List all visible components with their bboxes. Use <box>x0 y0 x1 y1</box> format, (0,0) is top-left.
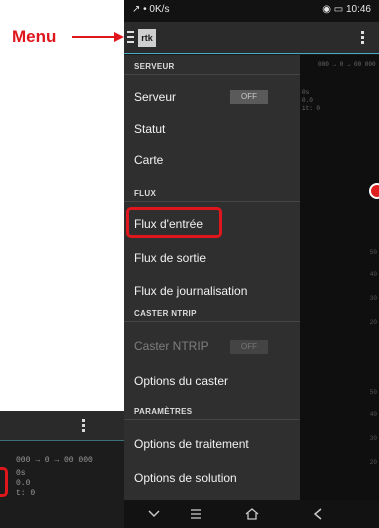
caster-ntrip-toggle[interactable]: OFF <box>230 340 268 354</box>
bg-text-3: it: 0 <box>302 105 321 112</box>
serveur-toggle[interactable]: OFF <box>230 90 268 104</box>
ghost-text-3: t: 0 <box>16 489 36 498</box>
menu-item-serveur[interactable]: Serveur <box>134 90 176 104</box>
bg-text-1: 0s <box>302 89 310 96</box>
ghost-more-icon <box>82 419 86 433</box>
callout-arrow-icon <box>72 32 124 42</box>
bg-text-2: 0.0 <box>302 97 313 104</box>
navigation-drawer: SERVEUR Serveur OFF Statut Carte FLUX Fl… <box>124 55 300 500</box>
system-navigation-bar <box>124 500 379 528</box>
menu-item-statut[interactable]: Statut <box>134 122 165 136</box>
section-header-parametres: PARAMÈTRES <box>134 407 193 416</box>
section-header-serveur: SERVEUR <box>134 62 175 71</box>
bg-tick: 50 <box>369 249 377 256</box>
menu-item-options-caster[interactable]: Options du caster <box>134 374 228 388</box>
bg-tick: 40 <box>369 271 377 278</box>
hamburger-menu-icon[interactable] <box>127 31 135 43</box>
section-divider <box>124 321 300 322</box>
more-options-icon[interactable] <box>361 31 365 45</box>
background-screenshot-fragment: 000 → 0 → 00 000 0s 0.0 t: 0 <box>0 411 125 528</box>
menu-item-flux-journalisation[interactable]: Flux de journalisation <box>134 284 247 298</box>
section-divider <box>124 74 300 75</box>
status-bar: ↗ • 0K/s ◉ ▭ 10:46 <box>124 0 379 22</box>
bg-tick: 20 <box>369 319 377 326</box>
section-divider <box>124 201 300 202</box>
bg-tick: 20 <box>369 459 377 466</box>
status-time: ◉ ▭ 10:46 <box>322 4 371 15</box>
menu-item-flux-sortie[interactable]: Flux de sortie <box>134 251 206 265</box>
bg-tick: 50 <box>369 389 377 396</box>
menu-item-caster-ntrip[interactable]: Caster NTRIP <box>134 339 209 353</box>
back-icon[interactable] <box>310 507 326 521</box>
phone-screen: ↗ • 0K/s ◉ ▭ 10:46 rtk 000 → 0 → 00 000 … <box>124 0 379 528</box>
app-bar: rtk <box>124 22 379 54</box>
ghost-text-2: 0.0 <box>16 479 31 488</box>
chevron-down-icon[interactable] <box>146 507 162 521</box>
record-indicator-dot[interactable] <box>369 183 379 199</box>
ghost-top-text: 000 → 0 → 00 000 <box>16 456 93 465</box>
status-network: ↗ • 0K/s <box>132 4 170 15</box>
background-content: 000 → 0 → 00 000 0s 0.0 it: 0 50 40 30 2… <box>300 55 379 500</box>
ghost-text-1: 0s <box>16 469 26 478</box>
ghost-app-bar <box>0 411 125 441</box>
menu-item-options-solution[interactable]: Options de solution <box>134 471 237 485</box>
bg-tick: 30 <box>369 435 377 442</box>
menu-item-carte[interactable]: Carte <box>134 153 163 167</box>
section-divider <box>124 419 300 420</box>
app-logo[interactable]: rtk <box>138 29 156 47</box>
bg-top-text: 000 → 0 → 00 000 <box>318 61 376 68</box>
section-header-caster-ntrip: CASTER NTRIP <box>134 309 197 318</box>
bg-tick: 40 <box>369 411 377 418</box>
ghost-highlight-box <box>0 467 8 497</box>
menu-lines-icon[interactable] <box>188 507 204 521</box>
home-icon[interactable] <box>244 507 260 521</box>
highlight-box <box>126 207 222 238</box>
menu-callout-label: Menu <box>12 27 57 46</box>
menu-item-options-traitement[interactable]: Options de traitement <box>134 437 249 451</box>
bg-tick: 30 <box>369 295 377 302</box>
section-header-flux: FLUX <box>134 189 157 198</box>
